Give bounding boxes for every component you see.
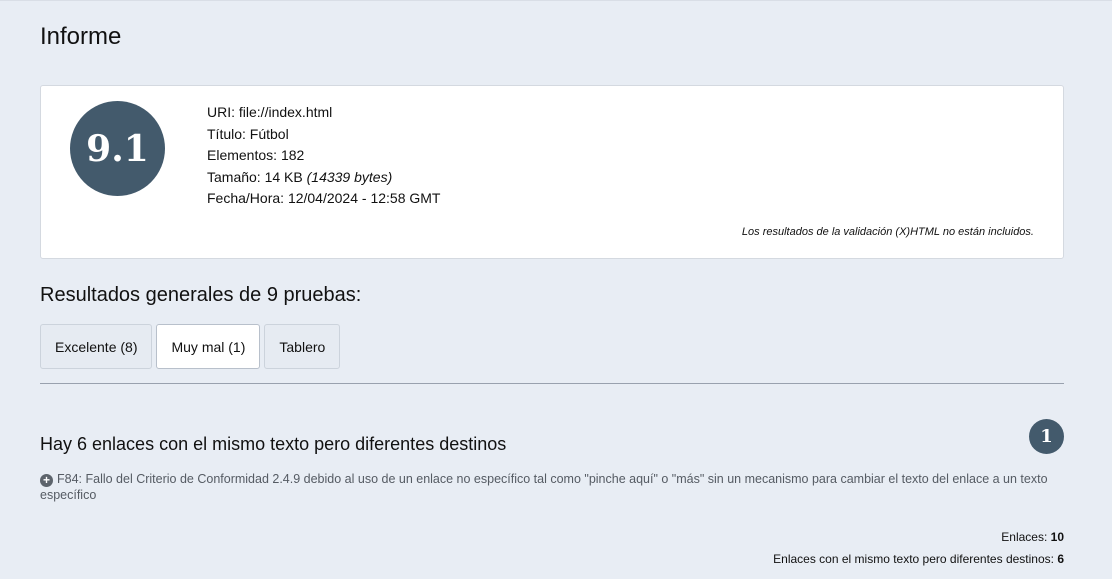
page-metadata: URI: file://index.html Título: Fútbol El…	[207, 102, 440, 210]
section-divider	[40, 383, 1064, 384]
size-bytes: (14339 bytes)	[306, 168, 393, 185]
datetime-row: Fecha/Hora: 12/04/2024 - 12:58 GMT	[207, 188, 440, 210]
uri-label: URI:	[207, 104, 235, 120]
report-page: Informe 9.1 URI: file://index.html Títul…	[0, 0, 1112, 579]
stat-row-links: Enlaces: 10	[773, 526, 1064, 548]
stat-value: 6	[1057, 552, 1064, 566]
stat-row-duplicate-links: Enlaces con el mismo texto pero diferent…	[773, 548, 1064, 570]
title-value: Fútbol	[249, 125, 289, 142]
size-row: Tamaño: 14 KB (14339 bytes)	[207, 167, 440, 189]
size-value: 14 KB	[264, 168, 303, 185]
results-tabs: Excelente (8) Muy mal (1) Tablero	[40, 324, 341, 369]
technique-description: + F84: Fallo del Criterio de Conformidad …	[40, 471, 1070, 503]
issue-count-badge: 1	[1029, 419, 1064, 454]
score-badge: 9.1	[70, 101, 165, 196]
issue-title: Hay 6 enlaces con el mismo texto pero di…	[40, 434, 507, 454]
elements-value: 182	[280, 147, 305, 163]
title-label: Título:	[207, 125, 246, 142]
elements-row: Elementos: 182	[207, 145, 440, 167]
datetime-label: Fecha/Hora:	[207, 190, 285, 206]
technique-text: F84: Fallo del Criterio de Conformidad 2…	[40, 472, 1048, 502]
stat-label: Enlaces:	[1001, 530, 1048, 544]
size-label: Tamaño:	[207, 168, 261, 185]
title-row: Título: Fútbol	[207, 124, 440, 146]
elements-label: Elementos:	[207, 147, 278, 163]
page-title: Informe	[40, 23, 122, 50]
tab-muy-mal[interactable]: Muy mal (1)	[156, 324, 261, 369]
validation-note: Los resultados de la validación (X)HTML …	[741, 226, 1034, 238]
plus-circle-icon[interactable]: +	[40, 474, 53, 487]
summary-card: 9.1 URI: file://index.html Título: Fútbo…	[40, 85, 1064, 259]
uri-value: file://index.html	[238, 104, 333, 120]
stat-label: Enlaces con el mismo texto pero diferent…	[773, 552, 1054, 566]
tab-tablero[interactable]: Tablero	[264, 324, 341, 369]
datetime-value: 12/04/2024 - 12:58 GMT	[287, 190, 441, 206]
stat-value: 10	[1050, 530, 1064, 544]
issue-stats: Enlaces: 10 Enlaces con el mismo texto p…	[773, 526, 1064, 570]
results-heading: Resultados generales de 9 pruebas:	[40, 284, 362, 306]
uri-row: URI: file://index.html	[207, 102, 440, 124]
tab-excelente[interactable]: Excelente (8)	[40, 324, 153, 369]
